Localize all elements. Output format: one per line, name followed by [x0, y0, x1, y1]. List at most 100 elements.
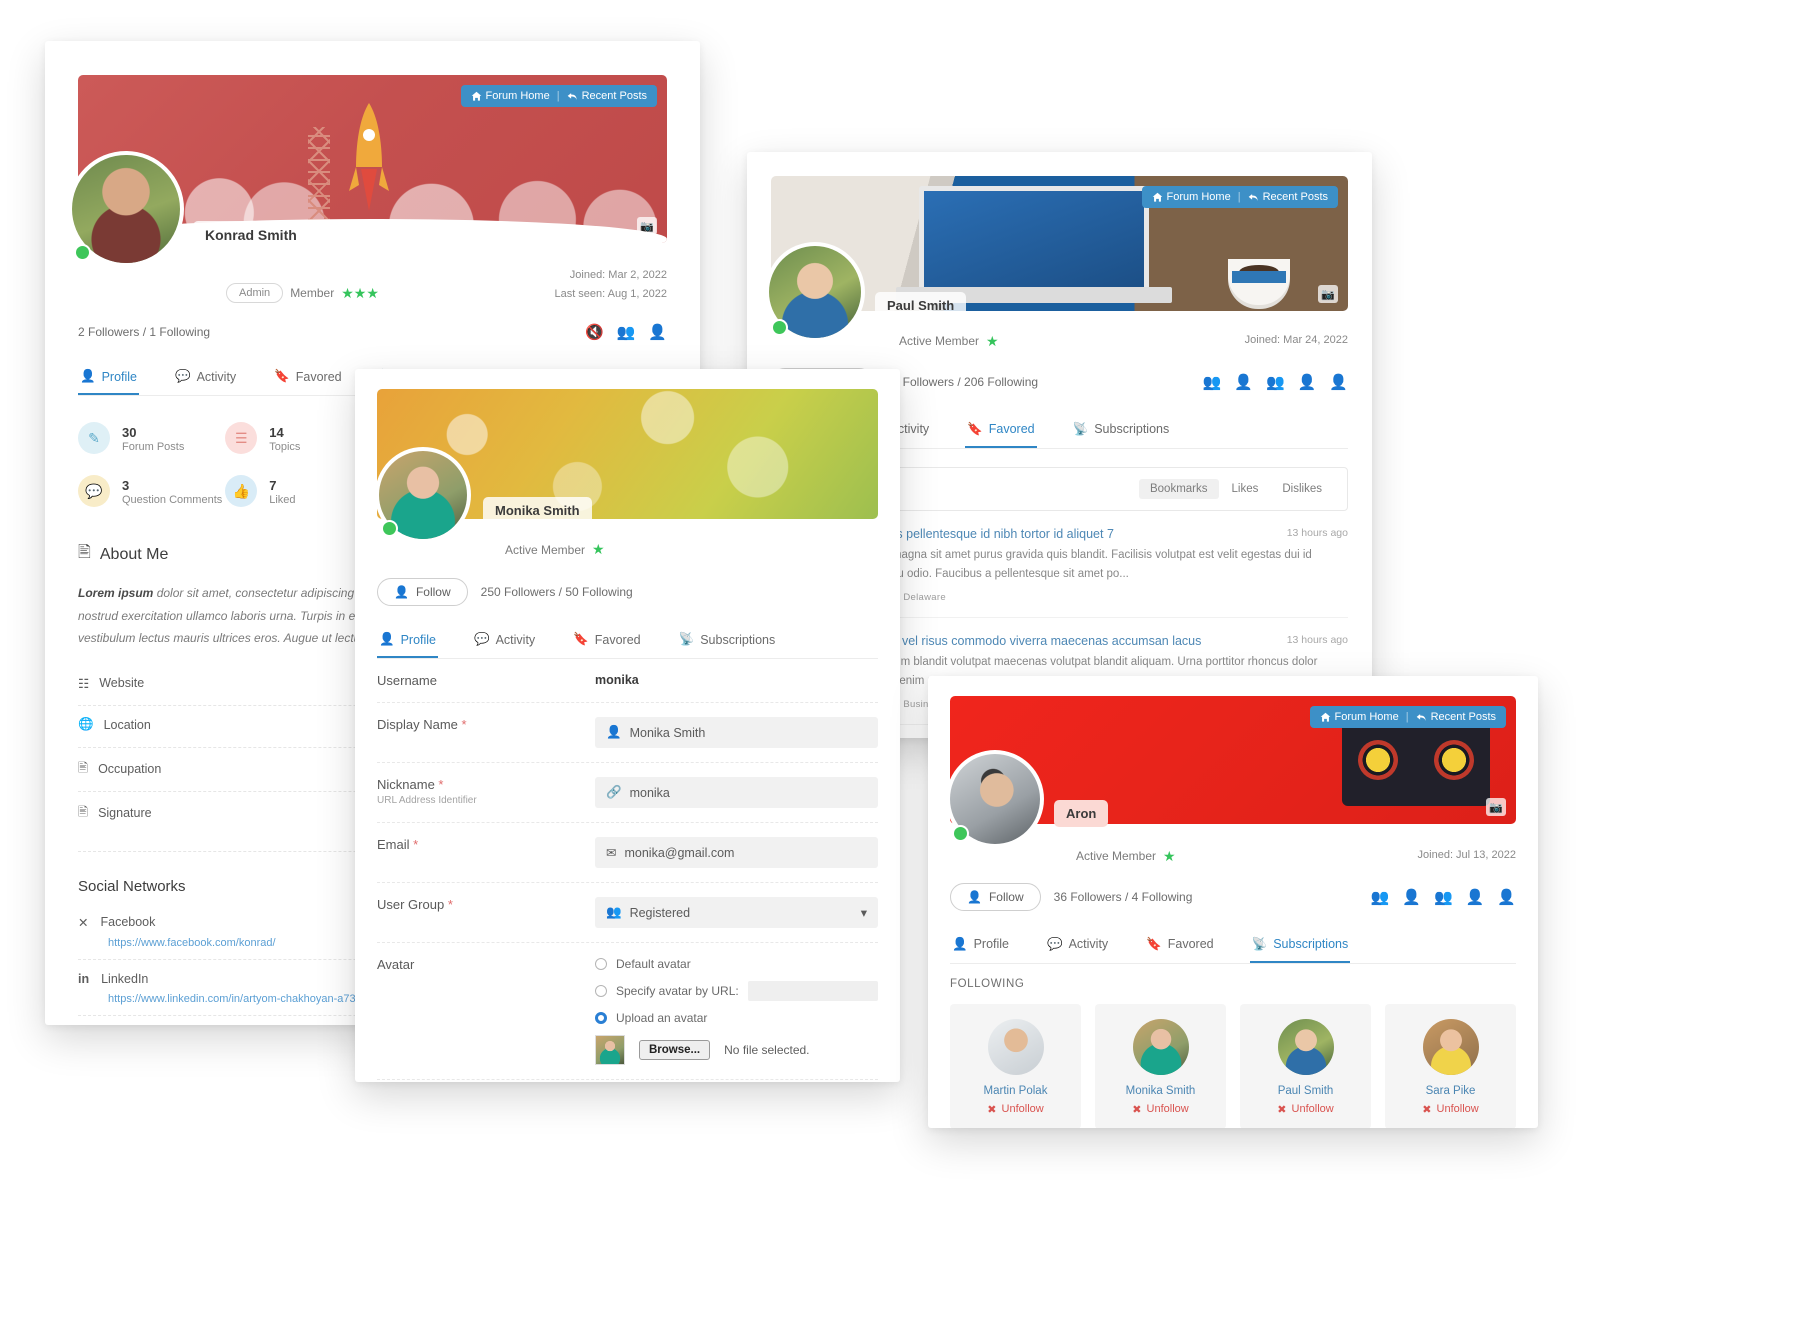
profile-tabs-aron[interactable]: 👤 Profile 💬 Activity 🔖 Favored 📡 Subscriptio…	[950, 931, 1516, 964]
following-card[interactable]: Sara Pike ✖ Unfollow	[1385, 1003, 1516, 1128]
tab-subscriptions[interactable]: 📡Subscriptions	[1071, 416, 1172, 448]
tab-favored[interactable]: 🔖 Favored	[965, 416, 1037, 448]
recent-posts-link[interactable]: Recent Posts	[1248, 191, 1328, 203]
field-value: monika	[595, 673, 639, 687]
field-username: Username monika	[377, 659, 878, 703]
cover-nav-aron[interactable]: Forum Home | Recent Posts	[1309, 706, 1506, 728]
following-card[interactable]: Paul Smith ✖ Unfollow	[1240, 1003, 1371, 1128]
tab-profile[interactable]: 👤Profile	[950, 931, 1011, 963]
forum-home-link[interactable]: Forum Home	[1152, 191, 1231, 203]
avatar-url-input[interactable]	[747, 981, 878, 1001]
following-name[interactable]: Monika Smith	[1103, 1085, 1218, 1097]
avatar-option-url[interactable]: Specify avatar by URL:	[595, 981, 878, 1001]
group-icon[interactable]: 👥	[1266, 373, 1285, 391]
radio-default-avatar[interactable]	[595, 958, 607, 970]
cover-nav-konrad[interactable]: Forum Home | Recent Posts	[460, 85, 657, 107]
laptop-graphic	[896, 186, 1172, 303]
following-name[interactable]: Paul Smith	[1248, 1085, 1363, 1097]
follow-button-aron[interactable]: 👤 Follow	[950, 882, 1041, 911]
user-settings-icon[interactable]: 👤	[1329, 373, 1348, 391]
radio-upload-avatar[interactable]	[595, 1012, 607, 1024]
tab-profile[interactable]: 👤Profile	[78, 363, 140, 396]
display-name-input[interactable]: 👤 Monika Smith	[595, 717, 878, 748]
coffee-cup-graphic	[1228, 259, 1290, 305]
input-value: monika@gmail.com	[624, 845, 735, 860]
group-icon: 👥	[606, 905, 622, 919]
mute-icon[interactable]: 🔇	[585, 323, 604, 341]
tab-favored[interactable]: 🔖 Favored	[272, 363, 343, 395]
bookmark-category[interactable]: ● Delaware	[892, 592, 946, 603]
required-mark: *	[413, 837, 419, 852]
radio-label: Upload an avatar	[616, 1011, 708, 1025]
following-name[interactable]: Martin Polak	[958, 1085, 1073, 1097]
add-friend-icon[interactable]: 👥	[617, 323, 636, 341]
forum-home-link[interactable]: Forum Home	[1320, 711, 1399, 723]
profile-actions-konrad[interactable]: 🔇 👥 👤	[585, 323, 667, 341]
block-user-icon[interactable]: 👤	[1466, 888, 1485, 906]
profile-actions-aron[interactable]: 👥 👤 👥 👤 👤	[1371, 888, 1516, 906]
tab-favored[interactable]: 🔖 Favored	[571, 626, 642, 658]
email-input[interactable]: ✉ monika@gmail.com	[595, 837, 878, 868]
filter-dislikes[interactable]: Dislikes	[1271, 479, 1333, 499]
block-user-icon[interactable]: 👤	[1298, 373, 1317, 391]
tab-profile[interactable]: 👤Profile	[377, 626, 439, 658]
user-plus-icon: 👤	[967, 889, 982, 904]
group-icon[interactable]: 👥	[1434, 888, 1453, 906]
pencil-icon: ✎	[78, 422, 110, 455]
unfollow-button[interactable]: ✖ Unfollow	[1393, 1103, 1508, 1116]
favored-filter-group[interactable]: Bookmarks Likes Dislikes	[1138, 478, 1333, 499]
forum-home-label: Forum Home	[485, 90, 550, 102]
tab-activity[interactable]: 💬Activity	[472, 626, 537, 658]
message-user-icon[interactable]: 👤	[1402, 888, 1421, 906]
about-lead: Lorem ipsum	[78, 586, 154, 601]
unfollow-button[interactable]: ✖ Unfollow	[1103, 1103, 1218, 1116]
tab-activity[interactable]: 💬Activity	[173, 363, 238, 395]
cover-image-edit-icon[interactable]: 📷	[637, 217, 657, 235]
avatar-paul[interactable]	[765, 242, 865, 342]
avatar-konrad[interactable]	[68, 151, 184, 267]
recent-posts-link[interactable]: Recent Posts	[1416, 711, 1496, 723]
follow-button-monika[interactable]: 👤 Follow	[377, 578, 468, 606]
unfollow-button[interactable]: ✖ Unfollow	[958, 1103, 1073, 1116]
cover-nav-paul[interactable]: Forum Home | Recent Posts	[1141, 186, 1338, 208]
filter-likes[interactable]: Likes	[1221, 479, 1270, 499]
idcard-icon: 🖹	[78, 544, 91, 562]
display-name-tag: Konrad Smith	[193, 221, 309, 249]
online-status-dot	[952, 825, 969, 842]
filter-bookmarks[interactable]: Bookmarks	[1138, 478, 1219, 499]
message-user-icon[interactable]: 👤	[1234, 373, 1253, 391]
required-mark: *	[447, 897, 453, 912]
member-label: Active Member	[505, 542, 586, 557]
add-friend-icon[interactable]: 👥	[1371, 888, 1390, 906]
avatar-aron[interactable]	[946, 750, 1044, 848]
cover-image-edit-icon[interactable]: 📷	[1486, 798, 1506, 816]
tab-activity[interactable]: 💬Activity	[1045, 931, 1110, 963]
following-name[interactable]: Sara Pike	[1393, 1085, 1508, 1097]
radio-avatar-url[interactable]	[595, 985, 607, 997]
tab-favored[interactable]: 🔖 Favored	[1144, 931, 1215, 963]
following-card[interactable]: Martin Polak ✖ Unfollow	[950, 1003, 1081, 1128]
input-value: Monika Smith	[629, 725, 706, 740]
unfollow-button[interactable]: ✖ Unfollow	[1248, 1103, 1363, 1116]
usergroup-select[interactable]: 👥 Registered ▾	[595, 897, 878, 928]
user-settings-icon[interactable]: 👤	[648, 323, 667, 341]
report-user-icon[interactable]: 👤	[1497, 888, 1516, 906]
profile-actions-paul[interactable]: 👥 👤 👥 👤 👤	[1203, 373, 1348, 391]
avatar-option-default[interactable]: Default avatar	[595, 957, 878, 971]
globe-icon: 🌐	[78, 717, 94, 732]
user-times-icon: ✖	[987, 1103, 997, 1116]
forum-home-link[interactable]: Forum Home	[471, 90, 550, 102]
field-about-me: About Me B I 🔗 ⛓ ↶ ↷ Lorem ipsum dolor s…	[377, 1080, 878, 1082]
following-card[interactable]: Monika Smith ✖ Unfollow	[1095, 1003, 1226, 1128]
tab-subscriptions[interactable]: 📡Subscriptions	[677, 626, 778, 658]
cover-image-edit-icon[interactable]: 📷	[1318, 285, 1338, 303]
avatar-monika[interactable]	[375, 447, 471, 543]
profile-tabs-monika[interactable]: 👤 Profile 💬 Activity 🔖 Favored 📡 Subscriptio…	[377, 626, 878, 659]
nickname-input[interactable]: 🔗 monika	[595, 777, 878, 808]
avatar-option-upload[interactable]: Upload an avatar	[595, 1011, 878, 1025]
display-name-tag: Paul Smith	[875, 292, 967, 319]
tab-subscriptions[interactable]: 📡Subscriptions	[1249, 931, 1351, 963]
browse-button[interactable]: Browse...	[639, 1040, 711, 1060]
add-friend-icon[interactable]: 👥	[1203, 373, 1222, 391]
recent-posts-link[interactable]: Recent Posts	[567, 90, 647, 102]
